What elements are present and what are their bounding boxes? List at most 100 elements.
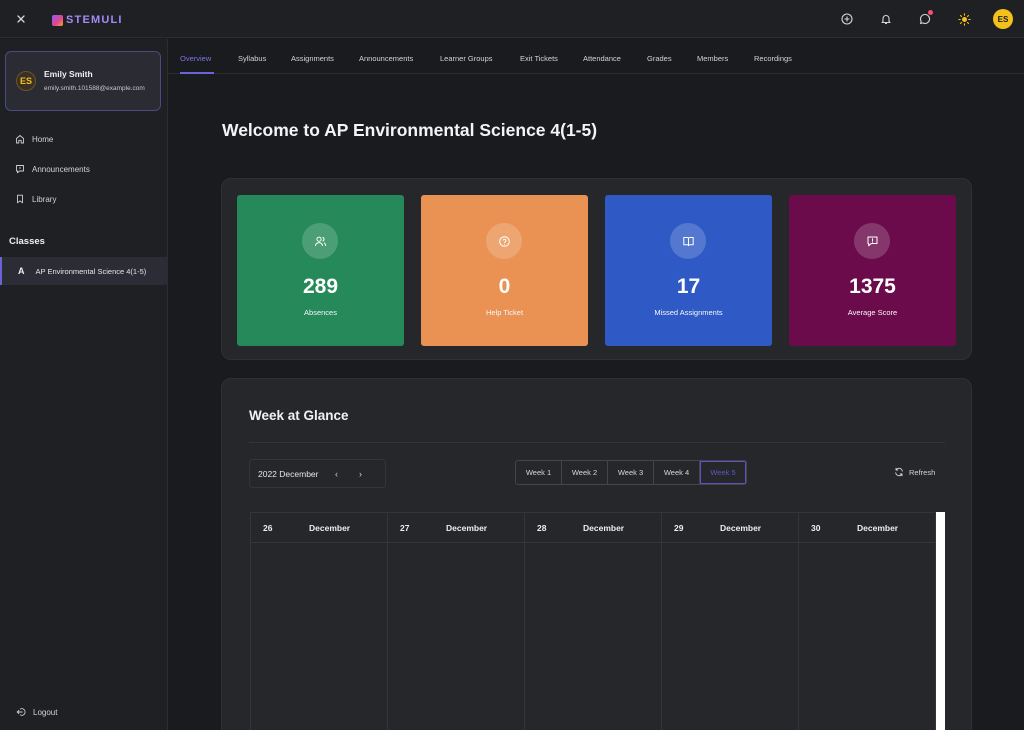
stat-label: Average Score (847, 308, 898, 317)
tab-members[interactable]: Members (697, 39, 728, 74)
sidebar-item-home[interactable]: Home (0, 124, 167, 154)
day-header: 27 December (388, 513, 524, 543)
refresh-button[interactable]: Refresh (894, 467, 935, 477)
week-at-glance-title: Week at Glance (249, 408, 349, 423)
stat-value: 289 (302, 275, 339, 298)
week-tab-2[interactable]: Week 2 (562, 461, 608, 484)
chat-icon[interactable] (914, 8, 936, 30)
sidebar-nav: Home Announcements Library (0, 124, 167, 214)
day-header: 29 December (662, 513, 798, 543)
week-tab-1[interactable]: Week 1 (516, 461, 562, 484)
logout-icon (16, 708, 26, 716)
message-square-icon (854, 223, 890, 259)
day-header: 30 December (799, 513, 935, 543)
class-item-ap-environmental-science[interactable]: A AP Environmental Science 4(1-5) (0, 257, 167, 285)
top-bar: STEMULI ES (0, 0, 1024, 38)
refresh-icon (895, 467, 903, 477)
tab-overview[interactable]: Overview (180, 39, 211, 74)
users-icon (302, 223, 338, 259)
tab-syllabus[interactable]: Syllabus (238, 39, 266, 74)
month-label: 2022 December (258, 468, 319, 479)
sun-icon[interactable] (953, 8, 975, 30)
day-month: December (857, 523, 899, 533)
stat-value: 0 (498, 275, 511, 298)
notification-dot (928, 10, 933, 15)
month-picker: 2022 December ‹ › (249, 459, 386, 488)
add-circle-icon[interactable] (836, 8, 858, 30)
week-tab-5[interactable]: Week 5 (700, 461, 746, 484)
tab-assignments[interactable]: Assignments (291, 39, 334, 74)
profile-email: emily.smith.101588@example.com (44, 85, 145, 92)
stat-card-help-ticket[interactable]: 0 Help Ticket (421, 195, 588, 346)
tab-bar: Overview Syllabus Assignments Announceme… (168, 39, 1024, 74)
avatar: ES (993, 9, 1013, 29)
week-tab-4[interactable]: Week 4 (654, 461, 700, 484)
tab-learner-groups[interactable]: Learner Groups (440, 39, 493, 74)
day-number: 28 (537, 523, 547, 533)
stat-card-missed-assignments[interactable]: 17 Missed Assignments (605, 195, 772, 346)
tab-announcements[interactable]: Announcements (359, 39, 413, 74)
divider (249, 442, 945, 443)
brand-logo[interactable]: STEMULI (52, 13, 123, 27)
stat-card-average-score[interactable]: 1375 Average Score (789, 195, 956, 346)
logout-label: Logout (33, 707, 58, 717)
week-selector: Week 1 Week 2 Week 3 Week 4 Week 5 (515, 460, 747, 485)
day-month: December (309, 523, 351, 533)
day-column[interactable]: 27 December (388, 513, 525, 730)
next-month-button[interactable]: › (348, 462, 372, 486)
day-month: December (446, 523, 488, 533)
day-column[interactable]: 30 December (799, 513, 936, 730)
stat-label: Absences (304, 308, 337, 317)
day-header: 28 December (525, 513, 661, 543)
calendar-scrollbar[interactable] (936, 512, 945, 730)
stat-value: 1375 (849, 275, 896, 298)
day-column[interactable]: 29 December (662, 513, 799, 730)
sidebar-item-label: Announcements (32, 164, 90, 174)
tab-grades[interactable]: Grades (647, 39, 672, 74)
day-number: 26 (263, 523, 273, 533)
week-at-glance-panel: Week at Glance 2022 December ‹ › Week 1 … (221, 378, 972, 730)
day-number: 29 (674, 523, 684, 533)
brand-name: STEMULI (66, 14, 123, 26)
prev-month-button[interactable]: ‹ (324, 462, 348, 486)
sidebar-item-label: Library (32, 194, 57, 204)
profile-avatar: ES (16, 71, 36, 91)
logout-button[interactable]: Logout (16, 707, 57, 717)
logo-mark-icon (52, 14, 63, 26)
classes-heading: Classes (9, 236, 45, 247)
bookmark-icon (17, 194, 23, 204)
day-column[interactable]: 28 December (525, 513, 662, 730)
stats-panel: 289 Absences 0 Help Ticket 17 Missed Ass… (221, 178, 972, 360)
refresh-label: Refresh (909, 467, 936, 477)
megaphone-icon (16, 165, 24, 174)
day-header: 26 December (251, 513, 387, 543)
day-column[interactable]: 26 December (251, 513, 388, 730)
stat-value: 17 (676, 275, 701, 298)
stat-label: Help Ticket (485, 308, 524, 317)
sidebar-item-library[interactable]: Library (0, 184, 167, 214)
day-number: 30 (811, 523, 821, 533)
stat-card-absences[interactable]: 289 Absences (237, 195, 404, 346)
week-tab-3[interactable]: Week 3 (608, 461, 654, 484)
sidebar-item-label: Home (32, 134, 54, 144)
active-tab-indicator (180, 72, 214, 74)
tab-exit-tickets[interactable]: Exit Tickets (520, 39, 558, 74)
page-title: Welcome to AP Environmental Science 4(1-… (222, 120, 598, 140)
class-name: AP Environmental Science 4(1-5) (35, 266, 147, 276)
profile-card[interactable]: ES Emily Smith emily.smith.101588@exampl… (5, 51, 161, 111)
close-icon[interactable] (14, 12, 28, 26)
week-calendar: 26 December 27 December 28 December 29 D… (250, 512, 936, 730)
day-number: 27 (400, 523, 410, 533)
user-avatar-button[interactable]: ES (992, 8, 1014, 30)
day-month: December (720, 523, 762, 533)
book-icon (670, 223, 706, 259)
sidebar-item-announcements[interactable]: Announcements (0, 154, 167, 184)
class-letter: A (18, 266, 25, 276)
tab-attendance[interactable]: Attendance (583, 39, 621, 74)
stat-label: Missed Assignments (654, 308, 723, 317)
help-circle-icon (486, 223, 522, 259)
day-month: December (583, 523, 625, 533)
tab-recordings[interactable]: Recordings (754, 39, 792, 74)
sidebar: ES Emily Smith emily.smith.101588@exampl… (0, 39, 168, 730)
bell-icon[interactable] (875, 8, 897, 30)
